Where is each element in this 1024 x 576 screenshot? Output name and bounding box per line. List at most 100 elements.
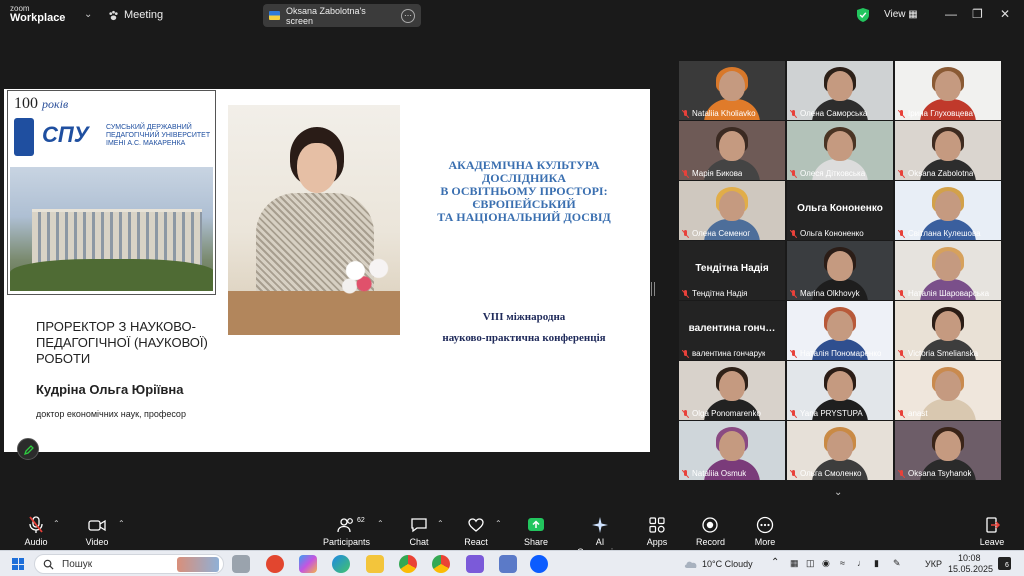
battery-icon[interactable]: ▮ <box>874 558 879 569</box>
participant-label: Тендітна Надія <box>682 289 748 298</box>
taskbar-app-icon[interactable] <box>499 555 517 573</box>
participant-name: Олена Семеног <box>692 229 751 238</box>
viber-icon[interactable] <box>466 555 484 573</box>
participant-tile[interactable]: Oksana Zabolotna <box>895 121 1001 180</box>
mic-muted-icon <box>682 469 689 478</box>
clock-time[interactable]: 10:08 <box>958 553 981 563</box>
react-button[interactable]: React <box>463 516 489 547</box>
participant-face <box>719 71 745 101</box>
participant-name: Oksana Tsyhanok <box>908 469 972 478</box>
location-icon[interactable]: ◉ <box>822 558 830 569</box>
taskbar-search-box[interactable]: Пошук <box>34 554 224 574</box>
chat-bubble-icon <box>411 518 427 533</box>
apps-button[interactable]: Apps <box>645 516 669 547</box>
wifi-icon[interactable]: ≈ <box>840 558 845 568</box>
participant-tile[interactable]: Ірина Глуховцева <box>895 61 1001 120</box>
participant-label: Nataliia Kholiavko <box>682 109 756 118</box>
participant-tile[interactable]: Victoria Smelianska <box>895 301 1001 360</box>
share-button[interactable]: Share <box>523 516 549 547</box>
volume-icon[interactable]: ♩ <box>857 558 866 568</box>
mic-muted-icon <box>790 289 797 298</box>
minimize-icon[interactable]: — <box>945 7 957 21</box>
file-explorer-icon[interactable] <box>366 555 384 573</box>
view-button[interactable]: View ▦ <box>884 9 918 20</box>
participant-tile[interactable]: Nataliia Kholiavko <box>679 61 785 120</box>
windows-start-icon[interactable] <box>12 558 24 570</box>
mic-muted-icon <box>29 516 43 533</box>
conference-line: VIII міжнародна <box>482 311 566 323</box>
participant-name: Ольга Кононенко <box>800 229 864 238</box>
pen-icon[interactable]: ✎ <box>893 558 901 569</box>
encryption-shield-icon[interactable] <box>857 8 869 22</box>
participant-tile[interactable]: Олена Саморська <box>787 61 893 120</box>
task-view-icon[interactable] <box>232 555 250 573</box>
app-menu-chevron-icon[interactable]: ⌄ <box>84 9 92 20</box>
video-button[interactable]: Video <box>84 516 110 547</box>
record-button[interactable]: Record <box>696 516 725 547</box>
copilot-icon[interactable] <box>299 555 317 573</box>
participant-tile[interactable]: Olga Ponomarenko <box>679 361 785 420</box>
participant-name: валентина гончарук <box>692 349 766 358</box>
annotate-button[interactable] <box>17 438 39 460</box>
react-options-chevron-icon[interactable]: ⌃ <box>495 519 502 528</box>
mic-muted-icon <box>898 169 905 178</box>
participant-tile[interactable]: Марія Бикова <box>679 121 785 180</box>
app-tray-icon[interactable]: ▦ <box>790 558 799 569</box>
screen-share-indicator[interactable]: Oksana Zabolotna's screen ⋯ <box>263 4 421 27</box>
input-language[interactable]: УКР <box>925 559 942 569</box>
mic-muted-icon <box>790 109 797 118</box>
participant-tile[interactable]: Наталія Пономаренко <box>787 301 893 360</box>
participant-display-name: Тендітна Надія <box>695 263 769 274</box>
view-label: View <box>884 9 906 20</box>
participant-name: Victoria Smelianska <box>908 349 979 358</box>
video-options-chevron-icon[interactable]: ⌃ <box>118 519 125 528</box>
chrome-icon[interactable] <box>399 555 417 573</box>
participant-tile[interactable]: Світлана Кулешова <box>895 181 1001 240</box>
maximize-icon[interactable]: ❐ <box>972 7 983 21</box>
participant-tile[interactable]: Marina Olkhovyk <box>787 241 893 300</box>
participant-tile[interactable]: Nataliia Osmuk <box>679 421 785 480</box>
chrome-profile-icon[interactable] <box>432 555 450 573</box>
screen-share-label: Oksana Zabolotna's screen <box>285 5 366 26</box>
paw-icon <box>109 10 118 20</box>
chat-button[interactable]: Chat <box>407 516 431 547</box>
participant-name: Nataliia Kholiavko <box>692 109 756 118</box>
chat-options-chevron-icon[interactable]: ⌃ <box>437 519 444 528</box>
audio-options-chevron-icon[interactable]: ⌃ <box>53 519 60 528</box>
heart-react-icon <box>468 518 484 532</box>
gallery-next-page-chevron-icon[interactable]: ⌄ <box>834 487 842 498</box>
weather-text[interactable]: 10°C Cloudy <box>702 559 753 569</box>
participant-tile[interactable]: Ольга Кононенко Ольга Кононенко <box>787 181 893 240</box>
edge-browser-icon[interactable] <box>332 555 350 573</box>
mic-muted-icon <box>898 349 905 358</box>
participant-tile[interactable]: Oksana Tsyhanok <box>895 421 1001 480</box>
notification-bell-icon[interactable]: 6 <box>998 557 1011 570</box>
more-options-icon[interactable]: ⋯ <box>401 8 415 23</box>
participant-face <box>827 71 853 101</box>
participant-tile[interactable]: Наталія Шароварська <box>895 241 1001 300</box>
audio-button[interactable]: Audio <box>22 516 50 547</box>
participant-tile[interactable]: anast <box>895 361 1001 420</box>
participant-tile[interactable]: валентина гонч… валентина гончарук <box>679 301 785 360</box>
zoom-app-icon[interactable] <box>530 555 548 573</box>
participant-tile[interactable]: Yana PRYSTUPA <box>787 361 893 420</box>
leave-button[interactable]: Leave <box>978 516 1006 547</box>
participants-options-chevron-icon[interactable]: ⌃ <box>377 519 384 528</box>
mic-muted-icon <box>682 229 689 238</box>
conference-subtitle: VIII міжнародна науково-практична конфер… <box>424 307 624 349</box>
participant-tile[interactable]: Олеся Дітковська <box>787 121 893 180</box>
opera-browser-icon[interactable] <box>266 555 284 573</box>
speaker-degree: доктор економічних наук, професор <box>36 409 186 419</box>
meeting-info-button[interactable]: Meeting <box>108 9 163 21</box>
splitter-handle[interactable] <box>651 282 655 296</box>
participant-name: anast <box>908 409 928 418</box>
more-button[interactable]: More <box>752 516 778 547</box>
participant-label: Oksana Zabolotna <box>898 169 973 178</box>
participant-tile[interactable]: Тендітна Надія Тендітна Надія <box>679 241 785 300</box>
participant-tile[interactable]: Ольга Смоленко <box>787 421 893 480</box>
participant-tile[interactable]: Олена Семеног <box>679 181 785 240</box>
clock-date[interactable]: 15.05.2025 <box>948 564 993 574</box>
tray-overflow-chevron-icon[interactable]: ⌃ <box>771 557 779 568</box>
close-icon[interactable]: ✕ <box>1000 7 1010 21</box>
network-icon[interactable]: ◫ <box>806 558 815 569</box>
